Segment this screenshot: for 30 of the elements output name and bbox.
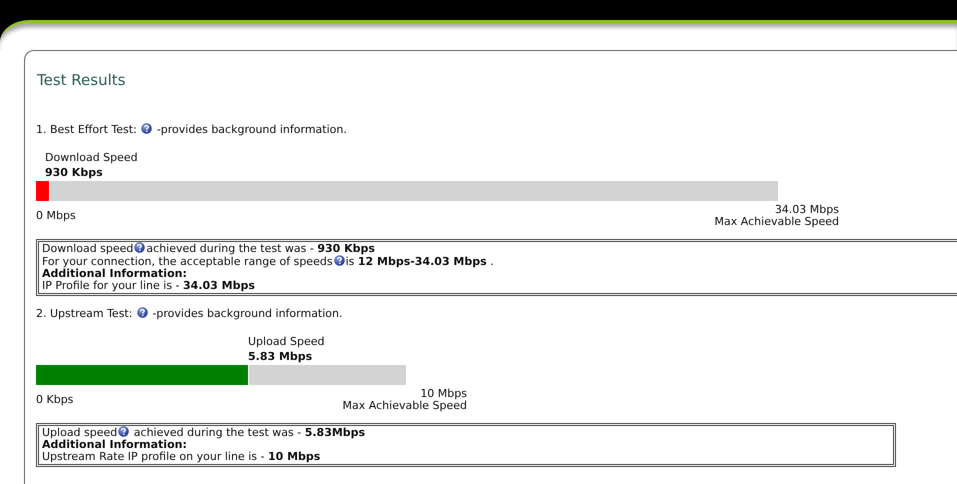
- background-info-note: -provides background information.: [152, 307, 342, 320]
- help-icon[interactable]: [118, 426, 130, 437]
- max-speed-value: 34.03 Mbps: [774, 204, 839, 216]
- info-text: Download speed: [42, 242, 134, 255]
- speed-value: 5.83 Mbps: [248, 350, 312, 363]
- speed-label: Upload Speed: [248, 335, 325, 348]
- help-icon[interactable]: [136, 307, 148, 318]
- speed-value: 930 Kbps: [45, 166, 103, 179]
- max-speed-label: Max Achievable Speed: [342, 400, 467, 412]
- info-heading: Additional Information:: [42, 267, 187, 280]
- help-icon[interactable]: [134, 242, 146, 253]
- background-info-note: -provides background information.: [156, 123, 347, 136]
- info-text: achieved during the test was - 930 Kbps: [146, 242, 375, 255]
- help-icon[interactable]: [334, 255, 345, 266]
- test-heading: 1. Best Effort Test:: [36, 123, 137, 136]
- min-speed-label: 0 Kbps: [36, 394, 74, 406]
- min-speed-label: 0 Mbps: [36, 210, 76, 222]
- max-speed-label: Max Achievable Speed: [714, 216, 839, 228]
- info-text: IP Profile for your line is - 34.03 Mbps: [42, 279, 255, 292]
- info-text: Upstream Rate IP profile on your line is - 10 Mbps: [42, 450, 320, 463]
- info-text: Upload speed: [42, 426, 118, 439]
- page-title: Test Results: [37, 71, 126, 89]
- speed-label: Download Speed: [45, 151, 138, 164]
- help-icon[interactable]: [141, 123, 152, 134]
- info-text: is 12 Mbps-34.03 Mbps .: [346, 255, 494, 268]
- info-text: achieved during the test was - 5.83Mbps: [132, 426, 366, 439]
- max-speed-value: 10 Mbps: [420, 388, 467, 400]
- test-heading: 2. Upstream Test:: [36, 307, 132, 320]
- info-text: For your connection, the acceptable range of speeds: [42, 255, 333, 268]
- info-heading: Additional Information:: [42, 438, 187, 451]
